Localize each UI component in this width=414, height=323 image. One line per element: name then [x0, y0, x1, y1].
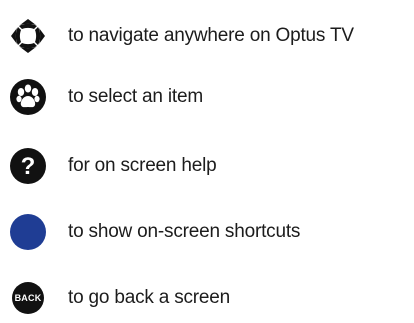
question-help-icon: ? — [8, 146, 48, 186]
back-button-icon: BACK — [8, 278, 48, 318]
back-button-text: BACK — [14, 293, 42, 303]
paw-select-icon — [8, 77, 48, 117]
instruction-row-select: to select an item — [0, 77, 414, 117]
instruction-row-help: ? for on screen help — [0, 146, 414, 186]
blue-button-icon — [8, 212, 48, 252]
instruction-label: to go back a screen — [68, 287, 231, 308]
instruction-row-shortcuts: to show on-screen shortcuts — [0, 212, 414, 252]
instruction-label: to show on-screen shortcuts — [68, 221, 301, 242]
instruction-label: for on screen help — [68, 155, 217, 176]
instruction-row-back: BACK to go back a screen — [0, 278, 414, 318]
svg-text:?: ? — [21, 153, 36, 180]
dpad-navigate-icon — [8, 16, 48, 56]
instruction-row-navigate: to navigate anywhere on Optus TV — [0, 16, 414, 56]
instruction-label: to select an item — [68, 86, 203, 107]
instruction-label: to navigate anywhere on Optus TV — [68, 25, 354, 46]
